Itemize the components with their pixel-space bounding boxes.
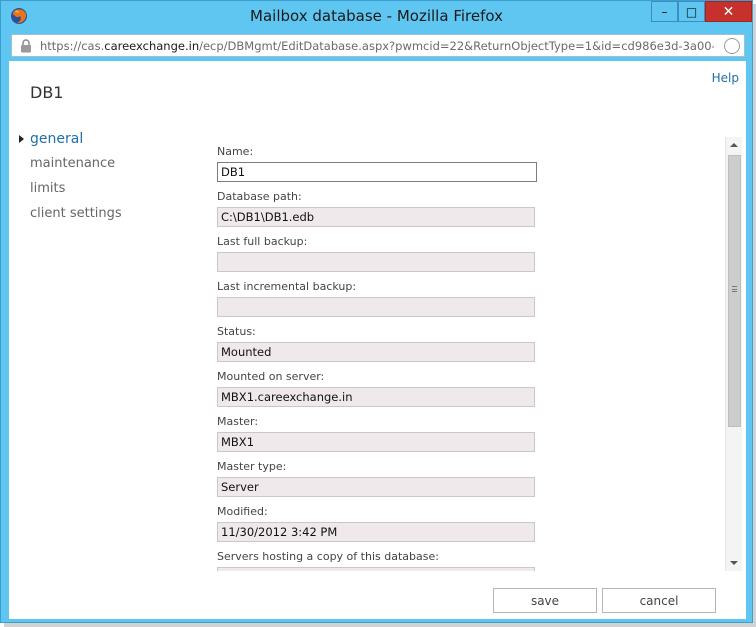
caret-right-icon <box>19 135 24 143</box>
form-field: Modified: 11/30/2012 3:42 PM <box>217 505 537 542</box>
field-label: Name: <box>217 145 254 158</box>
page-title: DB1 <box>30 83 64 102</box>
vertical-scrollbar[interactable] <box>725 137 742 571</box>
form-field: Mounted on server: MBX1.careexchange.in <box>217 370 537 407</box>
readonly-field-value[interactable] <box>217 252 535 272</box>
url-text[interactable]: https://cas.careexchange.in/ecp/DBMgmt/E… <box>40 39 714 53</box>
scroll-down-button[interactable] <box>726 555 742 571</box>
field-label: Database path: <box>217 190 302 203</box>
address-bar[interactable]: https://cas.careexchange.in/ecp/DBMgmt/E… <box>11 34 745 57</box>
nav-item-maintenance[interactable]: maintenance <box>19 154 122 179</box>
form-field: Name: DB1 <box>217 145 537 182</box>
url-prefix: https://cas. <box>40 39 105 53</box>
readonly-field-value[interactable]: C:\DB1\DB1.edb <box>217 207 535 227</box>
lock-icon[interactable] <box>20 39 32 53</box>
close-button[interactable]: ✕ <box>705 1 752 22</box>
nav-item-client-settings[interactable]: client settings <box>19 204 122 229</box>
browser-window: Mailbox database - Mozilla Firefox – □ ✕… <box>0 0 753 623</box>
title-bar[interactable]: Mailbox database - Mozilla Firefox – □ ✕ <box>1 1 752 31</box>
readonly-field-value[interactable]: Mounted <box>217 342 535 362</box>
window-shadow-bottom <box>4 623 756 627</box>
readonly-field-value[interactable]: MBX1.careexchange.in <box>217 387 535 407</box>
minimize-button[interactable]: – <box>651 1 678 22</box>
nav-item-label: limits <box>30 181 66 196</box>
readonly-field-value[interactable] <box>217 297 535 317</box>
form-scroll-region[interactable]: Name: DB1 Database path: C:\DB1\DB1.edb Last… <box>209 137 739 571</box>
field-label: Master type: <box>217 460 287 473</box>
form-field: Master: MBX1 <box>217 415 537 452</box>
cancel-button[interactable]: cancel <box>602 588 716 613</box>
field-label: Modified: <box>217 505 268 518</box>
maximize-button[interactable]: □ <box>678 1 705 22</box>
nav-item-label: client settings <box>30 206 122 221</box>
readonly-field-value[interactable] <box>217 567 535 571</box>
minimize-icon: – <box>661 4 668 19</box>
field-label: Mounted on server: <box>217 370 325 383</box>
readonly-field-value[interactable]: 11/30/2012 3:42 PM <box>217 522 535 542</box>
help-link[interactable]: Help <box>712 71 739 85</box>
readonly-field-value[interactable]: MBX1 <box>217 432 535 452</box>
field-label: Last incremental backup: <box>217 280 357 293</box>
readonly-field-value[interactable]: Server <box>217 477 535 497</box>
form-field: Last full backup: <box>217 235 537 272</box>
nav-item-limits[interactable]: limits <box>19 179 122 204</box>
field-label: Servers hosting a copy of this database: <box>217 550 439 563</box>
close-icon: ✕ <box>722 3 735 20</box>
form-field: Master type: Server <box>217 460 537 497</box>
field-label: Last full backup: <box>217 235 308 248</box>
nav-item-label: general <box>30 131 84 147</box>
save-button[interactable]: save <box>493 588 597 613</box>
url-host: careexchange.in <box>104 39 200 53</box>
scroll-up-button[interactable] <box>726 137 742 153</box>
form-field: Servers hosting a copy of this database: <box>217 550 537 571</box>
url-overflow-icon[interactable] <box>724 38 740 54</box>
nav-item-label: maintenance <box>30 156 116 171</box>
chevron-down-icon <box>730 561 738 565</box>
maximize-icon: □ <box>685 4 698 19</box>
field-label: Master: <box>217 415 259 428</box>
form-field: Status: Mounted <box>217 325 537 362</box>
form-field: Database path: C:\DB1\DB1.edb <box>217 190 537 227</box>
nav-item-general[interactable]: general <box>19 129 122 154</box>
field-label: Status: <box>217 325 256 338</box>
form-field: Last incremental backup: <box>217 280 537 317</box>
chevron-up-icon <box>730 143 738 147</box>
page-content: Help DB1 general maintenance limits client … <box>9 61 746 619</box>
section-nav: general maintenance limits client settings <box>19 129 122 229</box>
grip-icon <box>732 286 737 292</box>
scroll-thumb[interactable] <box>728 155 741 427</box>
window-title: Mailbox database - Mozilla Firefox <box>250 7 503 25</box>
name-input[interactable]: DB1 <box>217 162 537 182</box>
url-path: /ecp/DBMgmt/EditDatabase.aspx?pwmcid=22&… <box>199 39 714 53</box>
